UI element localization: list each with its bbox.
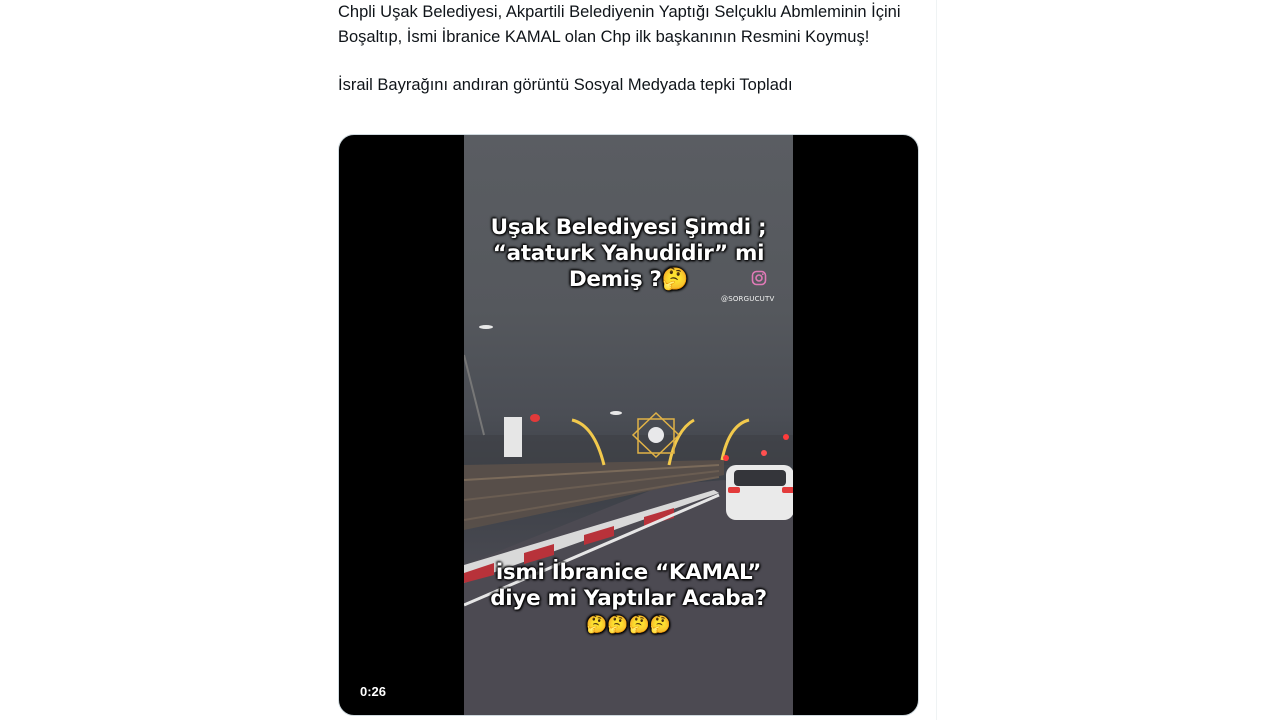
video-duration: 0:26 (360, 684, 387, 699)
tweet-video-player[interactable]: Uşak Belediyesi Şimdi ; “ataturk Yahudid… (338, 134, 919, 716)
video-overlay-bottom: ismi İbranice “KAMAL” diye mi Yaptılar A… (464, 560, 793, 638)
overlay-bottom-line-2: diye mi Yaptılar Acaba? (490, 586, 767, 611)
tweet-page: Chpli Uşak Belediyesi, Akpartili Belediy… (0, 0, 1280, 720)
overlay-bottom-emojis: 🤔🤔🤔🤔 (586, 615, 671, 635)
video-frame[interactable]: Uşak Belediyesi Şimdi ; “ataturk Yahudid… (464, 135, 793, 715)
tweet-text: Chpli Uşak Belediyesi, Akpartili Belediy… (338, 0, 928, 98)
tweet-paragraph-2: İsrail Bayrağını andıran görüntü Sosyal … (338, 76, 793, 94)
overlay-top-line-1: Uşak Belediyesi Şimdi ; (490, 215, 767, 240)
video-overlay-top: Uşak Belediyesi Şimdi ; “ataturk Yahudid… (464, 215, 793, 293)
overlay-top-line-2: “ataturk Yahudidir” mi (492, 241, 765, 266)
video-watermark: @SORGUCUTV (721, 295, 775, 303)
instagram-icon (751, 270, 767, 286)
overlay-top-line-3: Demiş ?🤔 (568, 267, 689, 292)
tweet-paragraph-1: Chpli Uşak Belediyesi, Akpartili Belediy… (338, 3, 901, 46)
column-divider (936, 0, 937, 720)
overlay-bottom-line-1: ismi İbranice “KAMAL” (495, 560, 762, 585)
